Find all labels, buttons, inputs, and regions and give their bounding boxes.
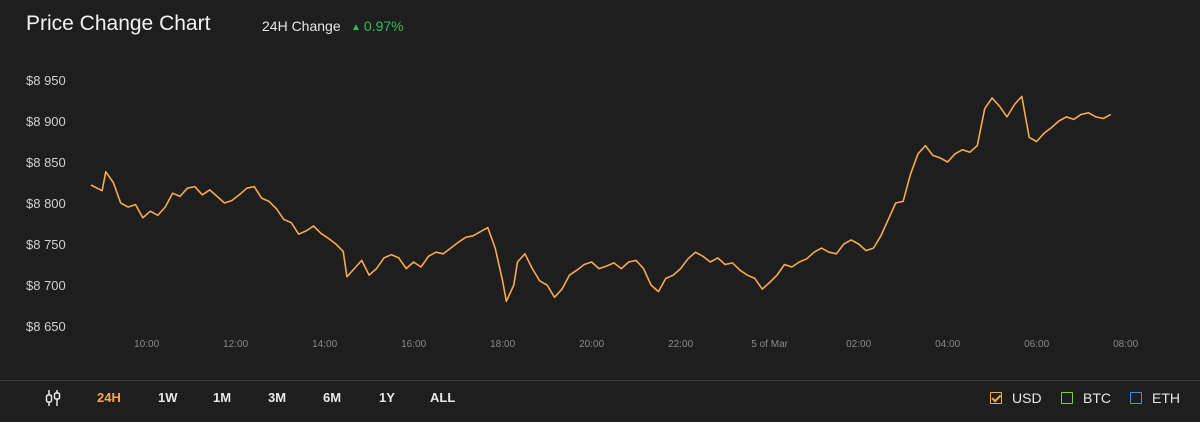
x-tick-label: 12:00 [223,339,248,350]
range-button-6m[interactable]: 6M [323,390,341,405]
currency-toggle-eth[interactable]: ETH [1130,390,1180,406]
usd-checkbox[interactable] [990,392,1002,404]
range-button-1y[interactable]: 1Y [379,390,395,405]
range-button-3m[interactable]: 3M [268,390,286,405]
y-tick-label: $8 750 [26,237,66,252]
x-tick-label: 14:00 [312,339,337,350]
y-tick-label: $8 800 [26,196,66,211]
x-tick-label: 10:00 [134,339,159,350]
x-tick-label: 04:00 [935,339,960,350]
y-tick-label: $8 950 [26,73,66,88]
x-tick-label: 02:00 [846,339,871,350]
x-tick-label: 08:00 [1113,339,1138,350]
candlestick-range-icon[interactable] [45,389,61,407]
currency-toggle-usd[interactable]: USD [990,390,1042,406]
price-line-usd[interactable] [90,95,1112,303]
x-tick-label: 18:00 [490,339,515,350]
x-tick-label: 22:00 [668,339,693,350]
x-tick-label: 06:00 [1024,339,1049,350]
range-button-24h[interactable]: 24H [97,390,121,405]
y-tick-label: $8 700 [26,278,66,293]
toolbar-divider [0,380,1200,381]
x-tick-label: 5 of Mar [751,339,788,350]
btc-checkbox[interactable] [1061,392,1073,404]
range-button-1m[interactable]: 1M [213,390,231,405]
currency-toggle-btc[interactable]: BTC [1061,390,1111,406]
usd-label: USD [1012,390,1042,406]
range-button-1w[interactable]: 1W [158,390,178,405]
eth-label: ETH [1152,390,1180,406]
price-chart: $8 650 $8 700 $8 750 $8 800 $8 850 $8 900 $8 9… [26,73,1139,350]
x-tick-label: 16:00 [401,339,426,350]
range-button-all[interactable]: ALL [430,390,455,405]
y-tick-label: $8 900 [26,114,66,129]
y-tick-label: $8 650 [26,319,66,334]
btc-label: BTC [1083,390,1111,406]
x-tick-label: 20:00 [579,339,604,350]
y-tick-label: $8 850 [26,155,66,170]
eth-checkbox[interactable] [1130,392,1142,404]
